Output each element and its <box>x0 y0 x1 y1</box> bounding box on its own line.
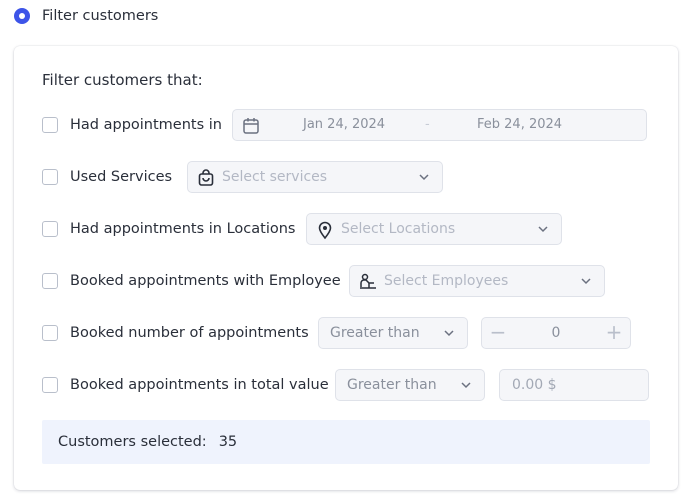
locations-select[interactable]: Select Locations <box>306 213 562 245</box>
date-from[interactable]: Jan 24, 2024 <box>303 117 385 132</box>
filter-card: Filter customers that: Had appointments … <box>14 46 678 490</box>
filter-customers-label: Filter customers <box>42 8 159 24</box>
chevron-down-icon <box>581 278 591 285</box>
total-comparison-select[interactable]: Greater than <box>335 369 485 401</box>
amount-input[interactable]: 0.00 $ <box>499 369 649 401</box>
shopping-bag-icon <box>198 169 214 186</box>
checkbox-locations[interactable] <box>42 221 58 237</box>
row-total-value: Booked appointments in total value Great… <box>42 369 678 401</box>
row-used-services: Used Services Select services <box>42 161 678 193</box>
row-had-appointments-in: Had appointments in Jan 24, 2024 - Feb 2… <box>42 109 678 141</box>
appointments-count-stepper[interactable]: − 0 + <box>481 317 631 349</box>
checkbox-number-of-appointments[interactable] <box>42 325 58 341</box>
comparison-select[interactable]: Greater than <box>318 317 468 349</box>
checkbox-total-value[interactable] <box>42 377 58 393</box>
row-number-of-appointments: Booked number of appointments Greater th… <box>42 317 678 349</box>
comparison-value: Greater than <box>330 325 420 341</box>
location-pin-icon <box>318 221 332 240</box>
checkbox-had-appointments-in[interactable] <box>42 117 58 133</box>
row-label: Booked appointments in total value <box>70 377 329 393</box>
row-employee: Booked appointments with Employee Select… <box>42 265 678 297</box>
services-select[interactable]: Select services <box>187 161 443 193</box>
employees-placeholder: Select Employees <box>384 273 509 289</box>
card-title: Filter customers that: <box>42 71 203 89</box>
row-label: Used Services <box>70 169 173 185</box>
date-to[interactable]: Feb 24, 2024 <box>477 117 562 132</box>
checkbox-employee[interactable] <box>42 273 58 289</box>
row-label: Had appointments in Locations <box>70 221 296 237</box>
summary-label: Customers selected: <box>58 434 207 450</box>
checkbox-used-services[interactable] <box>42 169 58 185</box>
date-separator: - <box>425 117 430 132</box>
comparison-value: Greater than <box>347 377 437 393</box>
row-label: Booked appointments with Employee <box>70 273 341 289</box>
row-locations: Had appointments in Locations Select Loc… <box>42 213 678 245</box>
chevron-down-icon <box>538 226 548 233</box>
customers-count: 35 <box>218 434 238 450</box>
plus-button[interactable]: + <box>604 322 624 343</box>
employee-desk-icon <box>360 273 376 289</box>
date-range-picker[interactable]: Jan 24, 2024 - Feb 24, 2024 <box>232 109 647 141</box>
radio-selected-icon[interactable] <box>14 8 30 24</box>
row-label: Had appointments in <box>70 117 222 133</box>
filter-customers-option[interactable]: Filter customers <box>14 8 158 24</box>
customers-selected-summary: Customers selected: 35 <box>42 420 650 464</box>
locations-placeholder: Select Locations <box>341 221 456 237</box>
employees-select[interactable]: Select Employees <box>349 265 605 297</box>
chevron-down-icon <box>461 382 471 389</box>
chevron-down-icon <box>419 174 429 181</box>
services-placeholder: Select services <box>222 169 328 185</box>
amount-placeholder: 0.00 $ <box>512 377 557 393</box>
calendar-icon <box>243 118 259 134</box>
row-label: Booked number of appointments <box>70 325 309 341</box>
chevron-down-icon <box>444 330 454 337</box>
